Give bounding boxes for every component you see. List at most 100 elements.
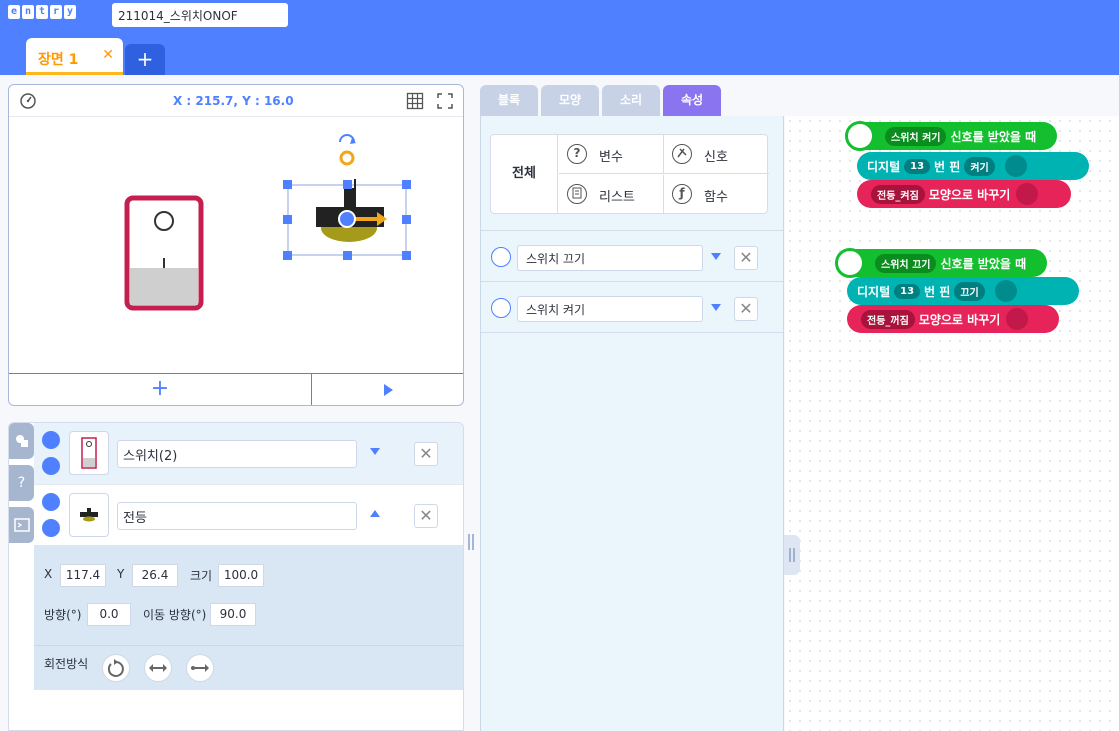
signal-item: ✕ bbox=[481, 230, 783, 282]
move-direction-label: 이동 방향(°) bbox=[143, 608, 207, 622]
x-label: X bbox=[44, 567, 53, 581]
rotate-none-button[interactable] bbox=[186, 654, 214, 682]
direction-label: 방향(°) bbox=[44, 608, 82, 622]
block-text: 모양으로 바꾸기 bbox=[928, 187, 1011, 202]
add-scene-button[interactable]: + bbox=[125, 44, 165, 75]
tab-properties[interactable]: 속성 bbox=[663, 85, 721, 116]
block-text: 번 핀 bbox=[934, 159, 961, 174]
mouse-coordinate-readout: X : 215.7, Y : 16.0 bbox=[173, 94, 294, 108]
logo-letter: n bbox=[22, 5, 34, 19]
close-icon[interactable]: ✕ bbox=[102, 47, 114, 63]
pin-dropdown[interactable]: 13 bbox=[894, 283, 921, 299]
objects-icon bbox=[15, 435, 28, 447]
object-row-switch[interactable]: ✕ bbox=[34, 423, 463, 485]
category-label: 리스트 bbox=[599, 190, 635, 205]
play-button[interactable] bbox=[312, 374, 463, 405]
category-variable[interactable]: ? 변수 bbox=[559, 135, 664, 174]
block-tabs: 블록 모양 소리 속성 bbox=[480, 85, 721, 116]
dropdown-arrow-icon[interactable] bbox=[711, 253, 721, 260]
object-list-tab[interactable] bbox=[9, 423, 34, 459]
delete-signal-button[interactable]: ✕ bbox=[734, 246, 758, 270]
tab-scene-1[interactable]: 장면 1 ✕ bbox=[26, 38, 123, 75]
signal-name-input[interactable] bbox=[517, 245, 703, 271]
lamp-thumbnail-icon bbox=[80, 508, 98, 522]
delete-object-button[interactable]: ✕ bbox=[414, 442, 438, 466]
digital-pin-block[interactable]: 디지털 13 번 핀 끄기 bbox=[847, 277, 1079, 305]
stage-canvas[interactable] bbox=[9, 118, 463, 372]
drag-handle-icon bbox=[789, 548, 795, 562]
fullscreen-icon[interactable] bbox=[436, 92, 454, 110]
project-title-input[interactable] bbox=[112, 3, 288, 27]
object-properties: X 117.4 Y 26.4 크기 100.0 방향(°) 0.0 이동 방향(… bbox=[34, 545, 463, 690]
rotate-icon bbox=[107, 659, 124, 677]
hardware-icon bbox=[1004, 155, 1027, 177]
category-label: 함수 bbox=[704, 190, 728, 205]
block-text: 신호를 받았을 때 bbox=[940, 256, 1027, 271]
x-input[interactable]: 117.4 bbox=[60, 564, 106, 587]
when-signal-received-block[interactable]: 스위치 켜기 신호를 받았을 때 bbox=[845, 121, 1057, 151]
help-tab[interactable]: ? bbox=[9, 465, 34, 501]
state-dropdown[interactable]: 켜기 bbox=[964, 156, 995, 176]
speed-gauge-icon[interactable] bbox=[19, 92, 37, 110]
category-all[interactable]: 전체 bbox=[491, 135, 558, 213]
property-categories: 전체 ? 변수 신호 리스트 ƒ 함수 bbox=[490, 134, 769, 214]
eye-icon[interactable] bbox=[42, 493, 60, 511]
tab-blocks[interactable]: 블록 bbox=[480, 85, 538, 116]
direction-input[interactable]: 0.0 bbox=[87, 603, 131, 626]
category-function[interactable]: ƒ 함수 bbox=[664, 175, 769, 214]
object-row-lamp[interactable]: ✕ bbox=[34, 485, 463, 547]
tab-sounds[interactable]: 소리 bbox=[602, 85, 660, 116]
logo-letter: e bbox=[8, 5, 20, 19]
collapse-arrow-icon[interactable] bbox=[370, 510, 380, 517]
grid-icon[interactable] bbox=[406, 92, 424, 110]
y-label: Y bbox=[117, 567, 125, 581]
stage-scene bbox=[124, 134, 411, 311]
expand-arrow-icon[interactable] bbox=[370, 448, 380, 455]
rotation-label: 회전방식 bbox=[44, 657, 89, 671]
block-text: 디지털 bbox=[867, 159, 901, 174]
pin-dropdown[interactable]: 13 bbox=[904, 158, 931, 174]
list-icon bbox=[567, 184, 587, 204]
size-input[interactable]: 100.0 bbox=[218, 564, 264, 587]
signal-event-icon bbox=[835, 248, 865, 278]
change-shape-block[interactable]: 전등_꺼짐 모양으로 바꾸기 bbox=[847, 305, 1059, 333]
object-thumbnail bbox=[69, 493, 109, 537]
digital-pin-block[interactable]: 디지털 13 번 핀 켜기 bbox=[857, 152, 1089, 180]
change-shape-block[interactable]: 전등_켜짐 모양으로 바꾸기 bbox=[857, 180, 1071, 208]
delete-signal-button[interactable]: ✕ bbox=[734, 297, 758, 321]
size-label: 크기 bbox=[190, 569, 213, 583]
entry-logo[interactable]: e n t r y bbox=[8, 5, 76, 19]
object-name-input[interactable] bbox=[117, 440, 357, 468]
rotate-free-button[interactable] bbox=[102, 654, 130, 682]
lock-icon[interactable] bbox=[42, 457, 60, 475]
lamp-sprite[interactable] bbox=[283, 134, 411, 260]
object-list: ✕ ✕ X 117.4 Y 26.4 크기 100.0 방향(°) bbox=[34, 423, 463, 730]
signal-dropdown[interactable]: 스위치 끄기 bbox=[875, 253, 937, 273]
signal-name-input[interactable] bbox=[517, 296, 703, 322]
category-list[interactable]: 리스트 bbox=[559, 175, 664, 214]
state-dropdown[interactable]: 끄기 bbox=[954, 281, 985, 301]
category-signal[interactable]: 신호 bbox=[664, 135, 769, 174]
console-tab[interactable] bbox=[9, 507, 34, 543]
dropdown-arrow-icon[interactable] bbox=[711, 304, 721, 311]
shape-dropdown[interactable]: 전등_꺼짐 bbox=[861, 309, 915, 329]
switch-sprite[interactable] bbox=[124, 195, 204, 311]
lock-icon[interactable] bbox=[42, 519, 60, 537]
signal-event-icon bbox=[845, 121, 875, 151]
shape-dropdown[interactable]: 전등_켜짐 bbox=[871, 184, 925, 204]
play-icon bbox=[383, 383, 393, 396]
when-signal-received-block[interactable]: 스위치 끄기 신호를 받았을 때 bbox=[835, 248, 1047, 278]
rotate-horizontal-button[interactable] bbox=[144, 654, 172, 682]
tab-shapes[interactable]: 모양 bbox=[541, 85, 599, 116]
eye-icon[interactable] bbox=[42, 431, 60, 449]
code-canvas[interactable]: 스위치 켜기 신호를 받았을 때 디지털 13 번 핀 켜기 전등_켜짐 모양으… bbox=[785, 116, 1119, 731]
move-direction-input[interactable]: 90.0 bbox=[210, 603, 256, 626]
signal-dropdown[interactable]: 스위치 켜기 bbox=[885, 126, 947, 146]
left-splitter-handle[interactable] bbox=[466, 530, 476, 554]
y-input[interactable]: 26.4 bbox=[132, 564, 178, 587]
right-splitter-handle[interactable] bbox=[784, 535, 800, 575]
object-name-input[interactable] bbox=[117, 502, 357, 530]
block-text: 디지털 bbox=[857, 284, 891, 299]
delete-object-button[interactable]: ✕ bbox=[414, 504, 438, 528]
add-object-button[interactable]: + bbox=[9, 374, 312, 405]
